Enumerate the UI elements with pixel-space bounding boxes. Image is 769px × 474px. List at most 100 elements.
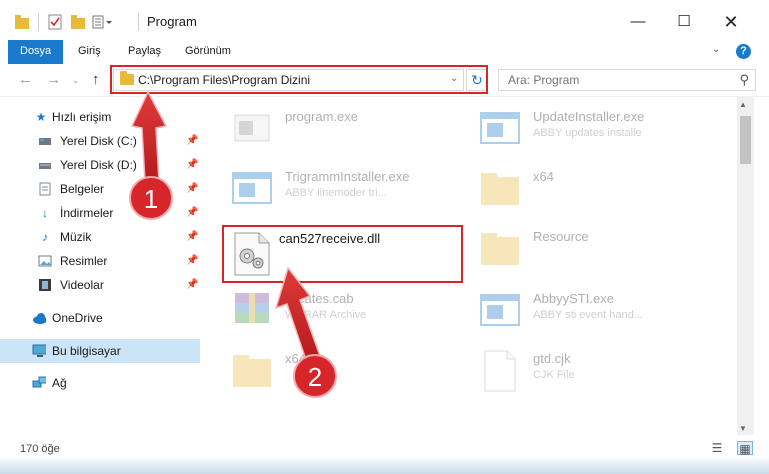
sidebar-item-music[interactable]: ♪ Müzik 📌: [0, 225, 200, 249]
search-icon[interactable]: ⚲: [739, 72, 749, 88]
pin-icon[interactable]: 📌: [186, 129, 198, 153]
close-button[interactable]: ✕: [708, 8, 754, 36]
sidebar-item-disk-d[interactable]: Yerel Disk (D:) 📌: [0, 153, 200, 177]
pin-icon[interactable]: 📌: [186, 201, 198, 225]
chevron-down-icon[interactable]: ⌄: [712, 44, 720, 55]
list-item[interactable]: x64: [477, 165, 717, 221]
computer-icon: [32, 344, 46, 357]
help-icon[interactable]: ?: [736, 44, 751, 59]
customize-toolbar-icon[interactable]: [92, 12, 114, 32]
pin-icon[interactable]: 📌: [186, 177, 198, 201]
new-folder-icon[interactable]: [70, 12, 86, 32]
sidebar-item-label: Müzik: [60, 230, 92, 244]
window-bottom-edge: [0, 456, 769, 474]
sidebar-item-this-pc[interactable]: Bu bilgisayar: [0, 339, 200, 363]
file-name: gtd.cjk: [533, 351, 571, 366]
sidebar-item-onedrive[interactable]: OneDrive: [0, 306, 200, 330]
pin-icon[interactable]: 📌: [186, 153, 198, 177]
file-description: CJK File: [533, 369, 575, 381]
file-name: program.exe: [285, 109, 358, 124]
folder-icon: [481, 233, 519, 265]
back-arrow-icon[interactable]: ←: [18, 71, 33, 88]
cloud-icon: [33, 313, 46, 324]
sidebar-item-label: Resimler: [60, 254, 108, 268]
tab-share[interactable]: Paylaş: [116, 40, 173, 64]
drive-icon: [39, 138, 51, 145]
tab-file[interactable]: Dosya: [8, 40, 64, 64]
properties-icon[interactable]: [48, 12, 62, 32]
sidebar-item-label: Yerel Disk (D:): [60, 158, 137, 172]
forward-arrow-icon[interactable]: →: [46, 71, 61, 88]
pin-icon[interactable]: 📌: [186, 225, 198, 249]
pin-icon[interactable]: 📌: [186, 273, 198, 297]
file-description: ABBY sti event hand...: [533, 309, 643, 321]
file-description: ABBY linemoder tri...: [285, 187, 387, 199]
scroll-down-icon[interactable]: ▼: [739, 424, 747, 433]
chevron-down-icon[interactable]: ⌄: [72, 75, 80, 86]
search-box[interactable]: ⚲: [498, 69, 756, 91]
scrollbar-thumb[interactable]: [740, 116, 751, 164]
folder-icon: [481, 173, 519, 205]
sidebar-item-label: Hızlı erişim: [52, 110, 112, 124]
documents-icon: [39, 182, 51, 196]
file-name: Resource: [533, 229, 589, 244]
sidebar-item-network[interactable]: Ağ: [0, 371, 200, 395]
file-description: ABBY updates installe: [533, 127, 642, 139]
ribbon-tabs: Dosya Giriş Paylaş Görünüm: [0, 40, 769, 64]
tab-home[interactable]: Giriş: [66, 40, 113, 64]
drive-icon: [39, 163, 51, 169]
separator: [138, 13, 139, 31]
list-item[interactable]: TrigrammInstaller.exe ABBY linemoder tri…: [229, 165, 469, 221]
separator: [38, 13, 39, 31]
music-icon: ♪: [42, 230, 48, 244]
file-icon: [484, 350, 516, 392]
file-name: tificates.cab: [285, 291, 354, 306]
list-item[interactable]: Resource: [477, 225, 717, 281]
scroll-up-icon[interactable]: ▲: [739, 100, 747, 109]
sidebar-item-label: Videolar: [60, 278, 104, 292]
sidebar-item-disk-c[interactable]: Yerel Disk (C:) 📌: [0, 129, 200, 153]
file-name: UpdateInstaller.exe: [533, 109, 645, 124]
list-item[interactable]: UpdateInstaller.exe ABBY updates install…: [477, 105, 717, 161]
network-icon: [32, 376, 46, 388]
list-item[interactable]: x64: [229, 347, 469, 403]
maximize-button[interactable]: ☐: [661, 8, 707, 36]
exe-icon: [234, 114, 270, 142]
sidebar-item-label: Belgeler: [60, 182, 105, 196]
step-badge-1: 1: [129, 176, 173, 220]
navigation-pane: ★ Hızlı erişim Yerel Disk (C:) 📌 Yerel D…: [0, 97, 205, 435]
sidebar-item-label: Ağ: [52, 376, 67, 390]
file-name: AbbyySTI.exe: [533, 291, 614, 306]
sidebar-item-videos[interactable]: Videolar 📌: [0, 273, 200, 297]
tiles-view-icon[interactable]: ▦: [737, 441, 753, 456]
window-title: Program: [147, 14, 197, 29]
sidebar-item-label: OneDrive: [52, 311, 103, 325]
item-count: 170 öğe: [20, 443, 60, 455]
list-item[interactable]: AbbyySTI.exe ABBY sti event hand...: [477, 287, 717, 343]
address-highlight-box: [110, 65, 488, 94]
list-item[interactable]: tificates.cab WinRAR Archive: [229, 287, 469, 343]
sidebar-item-quick-access[interactable]: ★ Hızlı erişim: [0, 105, 200, 129]
exe-icon: [480, 112, 520, 144]
step-badge-2: 2: [293, 354, 337, 398]
list-item[interactable]: program.exe: [229, 105, 469, 161]
pictures-icon: [38, 255, 52, 267]
folder-icon: [233, 355, 271, 387]
up-arrow-icon[interactable]: ↑: [92, 71, 100, 88]
file-name: x64: [533, 169, 554, 184]
folder-icon: [15, 15, 29, 29]
list-item[interactable]: gtd.cjk CJK File: [477, 347, 717, 403]
exe-icon: [480, 294, 520, 326]
dll-highlight-box: [222, 225, 463, 283]
sidebar-item-label: İndirmeler: [60, 206, 114, 220]
sidebar-item-pictures[interactable]: Resimler 📌: [0, 249, 200, 273]
details-view-icon[interactable]: ☰: [709, 441, 725, 455]
file-name: TrigrammInstaller.exe: [285, 169, 410, 184]
exe-icon: [232, 172, 272, 204]
sidebar-item-label: Bu bilgisayar: [52, 344, 121, 358]
video-icon: [39, 279, 51, 291]
minimize-button[interactable]: —: [615, 8, 661, 36]
search-input[interactable]: [499, 70, 719, 90]
pin-icon[interactable]: 📌: [186, 249, 198, 273]
tab-view[interactable]: Görünüm: [173, 40, 243, 64]
